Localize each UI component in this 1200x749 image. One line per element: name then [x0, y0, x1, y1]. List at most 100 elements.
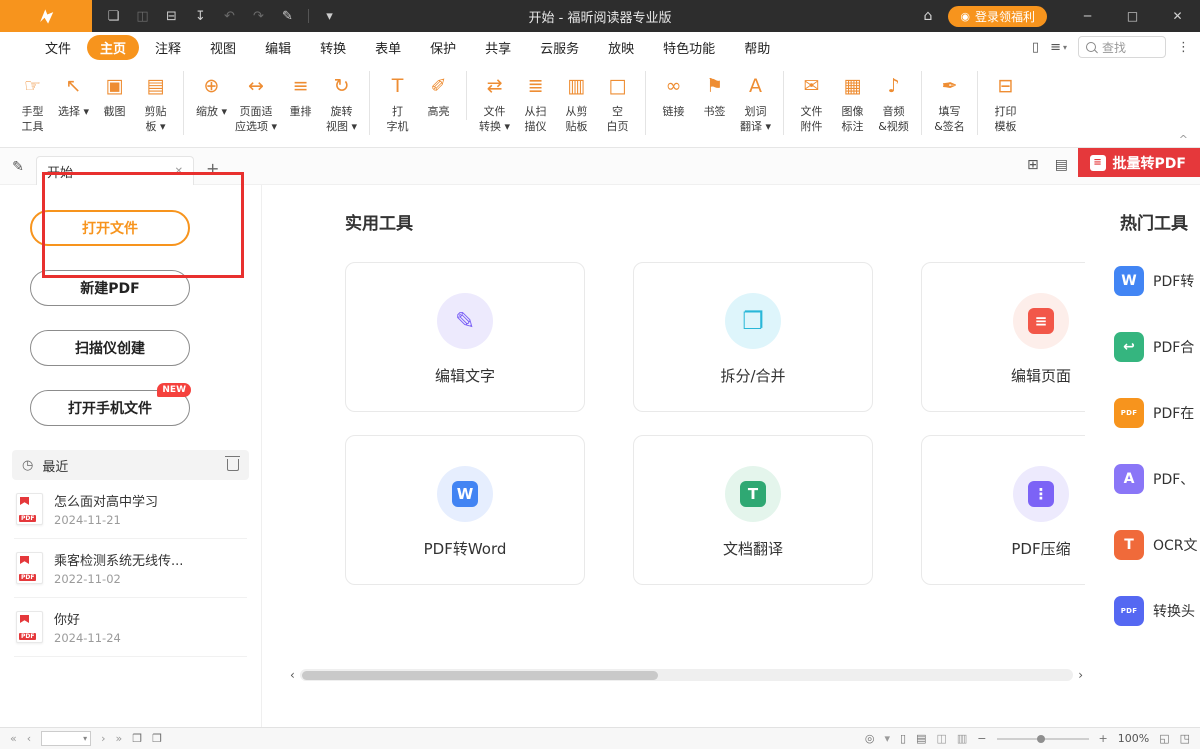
menu-item-comment[interactable]: 注释	[142, 35, 194, 60]
card-doc-translate[interactable]: T 文档翻译	[633, 435, 873, 585]
menu-item-file[interactable]: 文件	[32, 35, 84, 60]
card-edit-text[interactable]: ✎ 编辑文字	[345, 262, 585, 412]
zoom-slider-knob[interactable]	[1037, 735, 1045, 743]
store-icon[interactable]: ⌂	[923, 8, 932, 24]
ribbon-snapshot[interactable]: ▣ 截图	[94, 71, 135, 120]
card-edit-pages[interactable]: ≡ 编辑页面	[921, 262, 1085, 412]
menu-item-cloud[interactable]: 云服务	[527, 35, 592, 60]
card-split-merge[interactable]: ❐ 拆分/合并	[633, 262, 873, 412]
customize-quickbar-icon[interactable]: ▾	[316, 4, 343, 28]
menu-item-protect[interactable]: 保护	[417, 35, 469, 60]
menu-item-features[interactable]: 特色功能	[650, 35, 728, 60]
menu-item-view[interactable]: 视图	[197, 35, 249, 60]
hot-tool-label: PDF在	[1153, 403, 1194, 423]
ribbon-audio-video[interactable]: ♪ 音频 &视频	[873, 71, 922, 135]
ribbon-select-tool[interactable]: ↖ 选择 ▾	[53, 71, 94, 120]
ribbon-highlight[interactable]: ✐ 高亮	[418, 71, 467, 120]
copy-page-icon[interactable]: ❐	[132, 733, 142, 744]
duplicate-page-icon[interactable]: ❐	[152, 733, 162, 744]
grid-view-icon[interactable]: ⊞	[1027, 157, 1039, 173]
foxit-logo[interactable]	[0, 0, 92, 32]
chevron-down-icon[interactable]: ▾	[884, 733, 890, 744]
zoom-slider[interactable]	[997, 738, 1089, 740]
scrollbar-thumb[interactable]	[302, 671, 658, 680]
maximize-button[interactable]: □	[1110, 0, 1155, 32]
open-folder-icon[interactable]: ❏	[100, 4, 127, 28]
recent-file[interactable]: 你好 2024-11-24	[14, 598, 247, 657]
two-page-view-icon[interactable]: ◫	[936, 733, 946, 744]
fit-width-icon[interactable]: ◱	[1159, 733, 1169, 744]
card-pdf-to-word[interactable]: W PDF转Word	[345, 435, 585, 585]
ribbon-fill-sign[interactable]: ✒ 填写 &签名	[929, 71, 978, 135]
ribbon-clipboard[interactable]: ▤ 剪贴 板 ▾	[135, 71, 184, 135]
menu-item-convert[interactable]: 转换	[307, 35, 359, 60]
ribbon-page-fit-options[interactable]: ↔ 页面适 应选项 ▾	[232, 71, 280, 135]
ribbon-reflow[interactable]: ≡ 重排	[280, 71, 321, 120]
ribbon-hand-tool[interactable]: ☞ 手型 工具	[12, 71, 53, 135]
two-page-continuous-icon[interactable]: ▥	[957, 733, 967, 744]
last-page-icon[interactable]: »	[116, 733, 123, 744]
clear-recent-icon[interactable]	[227, 459, 239, 471]
mobile-doc-icon[interactable]: ▯	[1032, 40, 1039, 55]
edit-tabs-icon[interactable]: ✎	[0, 159, 36, 175]
list-view-icon[interactable]: ▤	[1055, 157, 1068, 173]
first-page-icon[interactable]: «	[10, 733, 17, 744]
ribbon-rotate-view[interactable]: ↻ 旋转 视图 ▾	[321, 71, 370, 135]
menu-item-share[interactable]: 共享	[472, 35, 524, 60]
menu-item-form[interactable]: 表单	[362, 35, 414, 60]
scrollbar-track[interactable]	[300, 669, 1073, 681]
tab-close-icon[interactable]: ✕	[175, 166, 183, 177]
ribbon-from-clipboard[interactable]: ▥ 从剪 贴板	[556, 71, 597, 135]
zoom-in-icon[interactable]: +	[1099, 733, 1108, 744]
save-icon[interactable]: ◫	[129, 4, 156, 28]
undo-icon[interactable]: ↶	[216, 4, 243, 28]
zoom-tool-icon[interactable]: ◎	[865, 733, 875, 744]
recent-file[interactable]: 怎么面对高中学习 2024-11-21	[14, 480, 247, 539]
ribbon-zoom[interactable]: ⊕ 缩放 ▾	[191, 71, 232, 120]
more-options-icon[interactable]: ⋮	[1177, 40, 1190, 55]
zoom-level[interactable]: 100%	[1118, 732, 1149, 745]
menu-item-slideshow[interactable]: 放映	[595, 35, 647, 60]
find-command-icon[interactable]: ≡▾	[1050, 40, 1067, 55]
page-number-input[interactable]: ▾	[41, 731, 91, 746]
tab-start[interactable]: 开始 ✕	[36, 156, 194, 185]
ribbon-bookmark[interactable]: ⚑ 书签	[694, 71, 735, 120]
search-input[interactable]: 查找	[1078, 36, 1166, 58]
menu-item-home[interactable]: 主页	[87, 35, 139, 60]
recent-file[interactable]: 乘客检测系统无线传... 2022-11-02	[14, 539, 247, 598]
next-page-icon[interactable]: ›	[101, 733, 105, 744]
open-file-button[interactable]: 打开文件	[30, 210, 190, 246]
ribbon-typewriter[interactable]: T 打 字机	[377, 71, 418, 135]
scroll-right-icon[interactable]: ›	[1078, 669, 1083, 681]
ribbon-file-convert[interactable]: ⇄ 文件 转换 ▾	[474, 71, 515, 135]
ribbon-blank-page[interactable]: □ 空 白页	[597, 71, 646, 135]
open-mobile-file-button[interactable]: 打开手机文件 NEW	[30, 390, 190, 426]
continuous-view-icon[interactable]: ▤	[916, 733, 926, 744]
collapse-ribbon-icon[interactable]: ^	[1179, 133, 1188, 746]
card-pdf-compress[interactable]: ⋮ PDF压缩	[921, 435, 1085, 585]
ribbon-link[interactable]: ∞ 链接	[653, 71, 694, 120]
menu-bar: 文件 主页 注释 视图 编辑 转换 表单 保护 共享 云服务 放映 特色功能 帮…	[0, 32, 1200, 62]
ribbon-file-attachment[interactable]: ✉ 文件 附件	[791, 71, 832, 135]
ribbon-image-annotation[interactable]: ▦ 图像 标注	[832, 71, 873, 135]
menu-item-help[interactable]: 帮助	[731, 35, 783, 60]
zoom-out-icon[interactable]: −	[977, 733, 986, 744]
pen-tools-icon[interactable]: ✎	[274, 4, 301, 28]
prev-page-icon[interactable]: ‹	[27, 733, 31, 744]
single-page-view-icon[interactable]: ▯	[900, 733, 906, 744]
export-icon[interactable]: ↧	[187, 4, 214, 28]
ribbon-print-template[interactable]: ⊟ 打印 模板	[985, 71, 1026, 135]
create-pdf-button[interactable]: 新建PDF	[30, 270, 190, 306]
hot-tool-label: PDF转	[1153, 271, 1194, 291]
print-icon[interactable]: ⊟	[158, 4, 185, 28]
close-button[interactable]: ✕	[1155, 0, 1200, 32]
minimize-button[interactable]: ─	[1065, 0, 1110, 32]
login-button[interactable]: ◉ 登录领福利	[948, 6, 1047, 27]
ribbon-from-scanner[interactable]: ≣ 从扫 描仪	[515, 71, 556, 135]
menu-item-edit[interactable]: 编辑	[252, 35, 304, 60]
redo-icon[interactable]: ↷	[245, 4, 272, 28]
new-tab-icon[interactable]: +	[206, 161, 219, 177]
scroll-left-icon[interactable]: ‹	[290, 669, 295, 681]
ribbon-word-translate[interactable]: A 划词 翻译 ▾	[735, 71, 784, 135]
scanner-create-button[interactable]: 扫描仪创建	[30, 330, 190, 366]
